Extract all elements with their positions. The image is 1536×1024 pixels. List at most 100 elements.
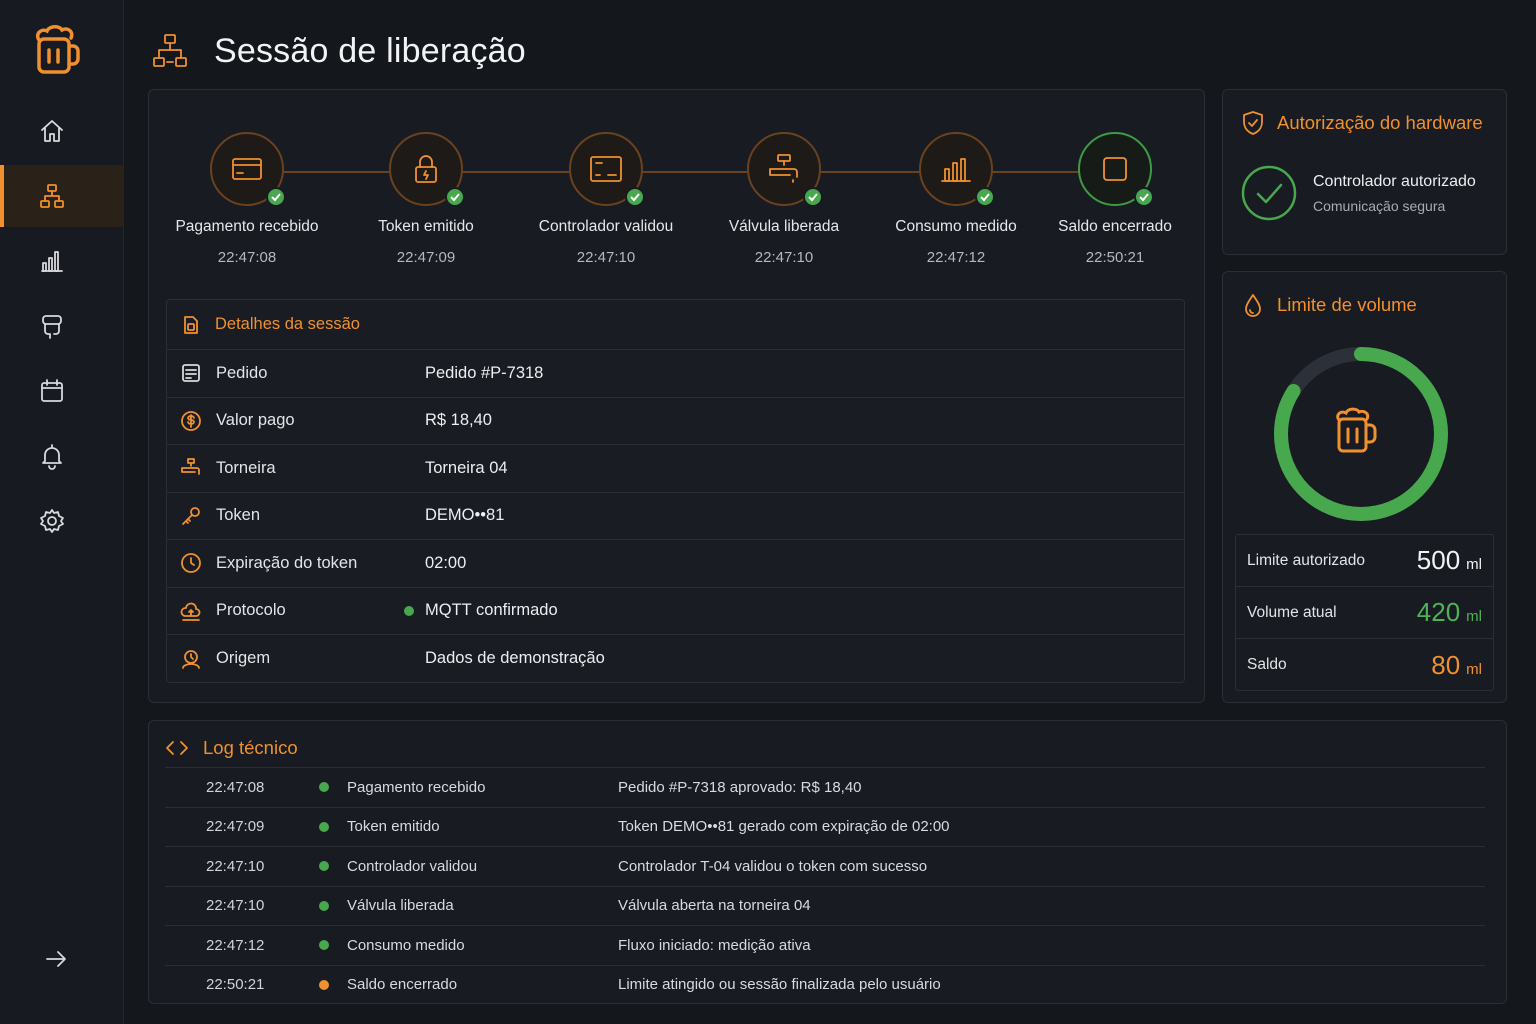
lock-icon [415, 155, 437, 183]
step-time: 22:47:10 [754, 249, 814, 266]
volume-gauge [1274, 347, 1448, 521]
code-icon [166, 741, 188, 755]
droplet-icon [1245, 294, 1261, 317]
check-icon [975, 187, 995, 207]
volume-value: 420 [1416, 597, 1461, 627]
detail-row-origin: Origem Dados de demonstração [167, 635, 1184, 683]
technical-log-card: Log técnico 22:47:08 Pagamento recebido … [148, 720, 1507, 1004]
volume-label: Volume atual [1247, 603, 1337, 621]
origin-icon [182, 649, 200, 669]
log-time: 22:47:12 [206, 936, 265, 954]
log-message: Pedido #P-7318 aprovado: R$ 18,40 [618, 778, 862, 796]
chart-icon [41, 251, 63, 272]
volume-table: Limite autorizado 500 ml Volume atual 420… [1235, 534, 1494, 691]
detail-label: Protocolo [216, 601, 286, 620]
log-message: Controlador T-04 validou o token com suc… [618, 857, 928, 875]
document-icon [184, 315, 198, 334]
detail-value: Pedido #P-7318 [425, 363, 544, 382]
detail-row-token: Token DEMO••81 [167, 493, 1184, 540]
nav-taps[interactable] [0, 295, 124, 357]
nav-home[interactable] [0, 100, 124, 162]
flow-icon [153, 34, 187, 67]
nav-settings[interactable] [0, 490, 124, 552]
detail-label: Pedido [216, 363, 268, 382]
volume-row-limit: Limite autorizado 500 ml [1236, 535, 1493, 587]
bell-icon [42, 444, 62, 470]
detail-value: 02:00 [425, 553, 467, 572]
beer-mug-logo-icon[interactable] [33, 24, 81, 76]
log-status-dot [319, 821, 329, 832]
log-row: 22:47:09 Token emitido Token DEMO••81 ge… [165, 806, 1485, 847]
arrow-right-icon [46, 951, 66, 967]
step-consumption: Consumo medido 22:47:12 [866, 132, 1046, 266]
log-message: Fluxo iniciado: medição ativa [618, 936, 811, 954]
shield-check-icon [1243, 111, 1263, 135]
volume-unit: ml [1466, 608, 1482, 625]
volume-value: 500 [1416, 545, 1461, 575]
log-event: Consumo medido [347, 936, 465, 954]
step-label: Token emitido [378, 218, 474, 235]
clock-icon [181, 553, 201, 574]
check-icon [1134, 187, 1154, 207]
detail-row-expiration: Expiração do token 02:00 [167, 540, 1184, 588]
log-message: Válvula aberta na torneira 04 [618, 897, 811, 915]
tap-icon [42, 315, 62, 339]
square-icon [1103, 157, 1127, 181]
sidebar [0, 0, 124, 1024]
key-icon [182, 506, 200, 525]
nav-session-flow[interactable] [0, 165, 124, 227]
nav-calendar[interactable] [0, 360, 124, 422]
log-event: Pagamento recebido [347, 778, 486, 796]
session-card: Pagamento recebido 22:47:08 Token emitid… [148, 89, 1205, 703]
home-icon [41, 120, 63, 142]
protocol-status-dot [404, 605, 414, 616]
step-time: 22:47:09 [396, 249, 456, 266]
detail-value: DEMO••81 [425, 506, 505, 525]
log-time: 22:50:21 [206, 976, 265, 994]
check-icon [445, 187, 465, 207]
volume-row-current: Volume atual 420 ml [1236, 587, 1493, 639]
log-row: 22:47:10 Válvula liberada Válvula aberta… [165, 885, 1485, 926]
log-row: 22:47:08 Pagamento recebido Pedido #P-73… [165, 767, 1485, 807]
coin-icon [181, 410, 201, 431]
volume-row-balance: Saldo 80 ml [1236, 639, 1493, 691]
volume-label: Limite autorizado [1247, 551, 1366, 569]
detail-label: Expiração do token [216, 553, 358, 572]
auth-status-text: Controlador autorizado [1313, 172, 1476, 190]
volume-title: Limite de volume [1277, 294, 1417, 315]
volume-unit: ml [1466, 660, 1482, 678]
flow-icon [40, 184, 64, 208]
log-event: Saldo encerrado [347, 976, 458, 994]
nav-notifications[interactable] [0, 425, 124, 487]
volume-limit-card: Limite de volume Limite autorizado 500 ml… [1222, 271, 1507, 703]
detail-row-tap: Torneira Torneira 04 [167, 445, 1184, 493]
log-message: Token DEMO••81 gerado com expiração de 0… [618, 818, 950, 836]
tap-icon [181, 458, 200, 476]
nav-reports[interactable] [0, 230, 124, 292]
receipt-icon [182, 364, 200, 383]
log-message: Limite atingido ou sessão finalizada pel… [618, 976, 941, 994]
controller-icon [590, 156, 622, 182]
log-row: 22:50:21 Saldo encerrado Limite atingido… [165, 964, 1485, 1005]
log-status-dot [319, 979, 329, 990]
session-details: Detalhes da sessão Pedido Pedido #P-7318… [166, 299, 1185, 683]
bar-chart-icon [941, 158, 971, 182]
expand-sidebar-button[interactable] [42, 945, 70, 973]
detail-label: Torneira [216, 458, 276, 477]
check-icon [625, 187, 645, 207]
volume-label: Saldo [1247, 656, 1287, 673]
detail-value: R$ 18,40 [425, 411, 492, 430]
step-valve: Válvula liberada 22:47:10 [694, 132, 874, 266]
check-icon [803, 187, 823, 207]
detail-value: Dados de demonstração [425, 649, 605, 668]
step-label: Saldo encerrado [1058, 218, 1172, 235]
cloud-sync-icon [180, 602, 201, 621]
log-time: 22:47:10 [206, 857, 265, 875]
log-time: 22:47:08 [206, 778, 265, 796]
detail-row-protocol: Protocolo MQTT confirmado [167, 588, 1184, 635]
credit-card-icon [232, 158, 262, 180]
valve-icon [769, 154, 798, 183]
log-row: 22:47:12 Consumo medido Fluxo iniciado: … [165, 925, 1485, 965]
check-icon [266, 187, 286, 207]
step-label: Válvula liberada [728, 218, 840, 235]
